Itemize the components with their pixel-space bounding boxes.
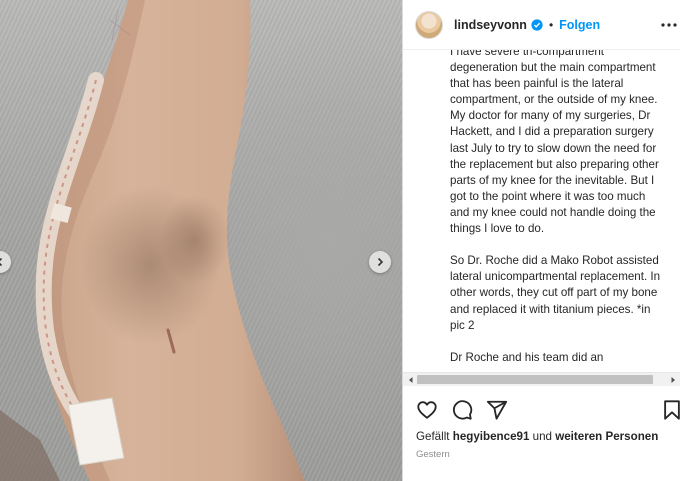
likes-prefix: Gefällt xyxy=(416,430,453,443)
post-caption: I have severe tri-compartment degenerati… xyxy=(450,50,662,372)
likes-summary: Gefällt hegyibence91 und weiteren Person… xyxy=(416,430,658,443)
caption-paragraph: Dr Roche and his team did an xyxy=(450,350,604,364)
post-detail-panel: lindseyvonn • Folgen I have severe tri-c… xyxy=(402,0,680,481)
scroll-left-arrow-icon[interactable] xyxy=(406,375,416,385)
caption-paragraph: So Dr. Roche did a Mako Robot assisted l… xyxy=(450,254,661,332)
chevron-right-icon xyxy=(377,257,384,267)
likes-middle: und xyxy=(529,430,556,443)
post-actions xyxy=(403,396,680,424)
post-photo[interactable] xyxy=(0,0,402,481)
header-separator: • xyxy=(548,17,554,32)
post-timestamp[interactable]: Gestern xyxy=(416,449,450,460)
share-icon[interactable] xyxy=(486,399,508,421)
scroll-right-arrow-icon[interactable] xyxy=(668,375,678,385)
bookmark-icon[interactable] xyxy=(661,399,680,421)
scrollbar-thumb[interactable] xyxy=(417,375,653,384)
chevron-left-icon xyxy=(0,257,3,267)
heart-icon[interactable] xyxy=(416,399,438,421)
post-header: lindseyvonn • Folgen xyxy=(403,0,680,50)
knee-photo-illustration xyxy=(0,0,306,481)
username-link[interactable]: lindseyvonn xyxy=(454,18,527,32)
other-likers-link[interactable]: weiteren Personen xyxy=(555,430,658,443)
caption-scroll-area[interactable]: I have severe tri-compartment degenerati… xyxy=(403,50,680,372)
horizontal-scrollbar[interactable] xyxy=(403,372,680,386)
comment-icon[interactable] xyxy=(451,399,473,421)
liker-username-link[interactable]: hegyibence91 xyxy=(453,430,530,443)
verified-badge-icon xyxy=(531,18,543,31)
follow-button[interactable]: Folgen xyxy=(559,18,600,32)
next-image-button[interactable] xyxy=(369,251,391,273)
avatar[interactable] xyxy=(415,10,443,39)
more-options-icon[interactable] xyxy=(659,15,679,35)
caption-paragraph: I have severe tri-compartment degenerati… xyxy=(450,50,659,236)
